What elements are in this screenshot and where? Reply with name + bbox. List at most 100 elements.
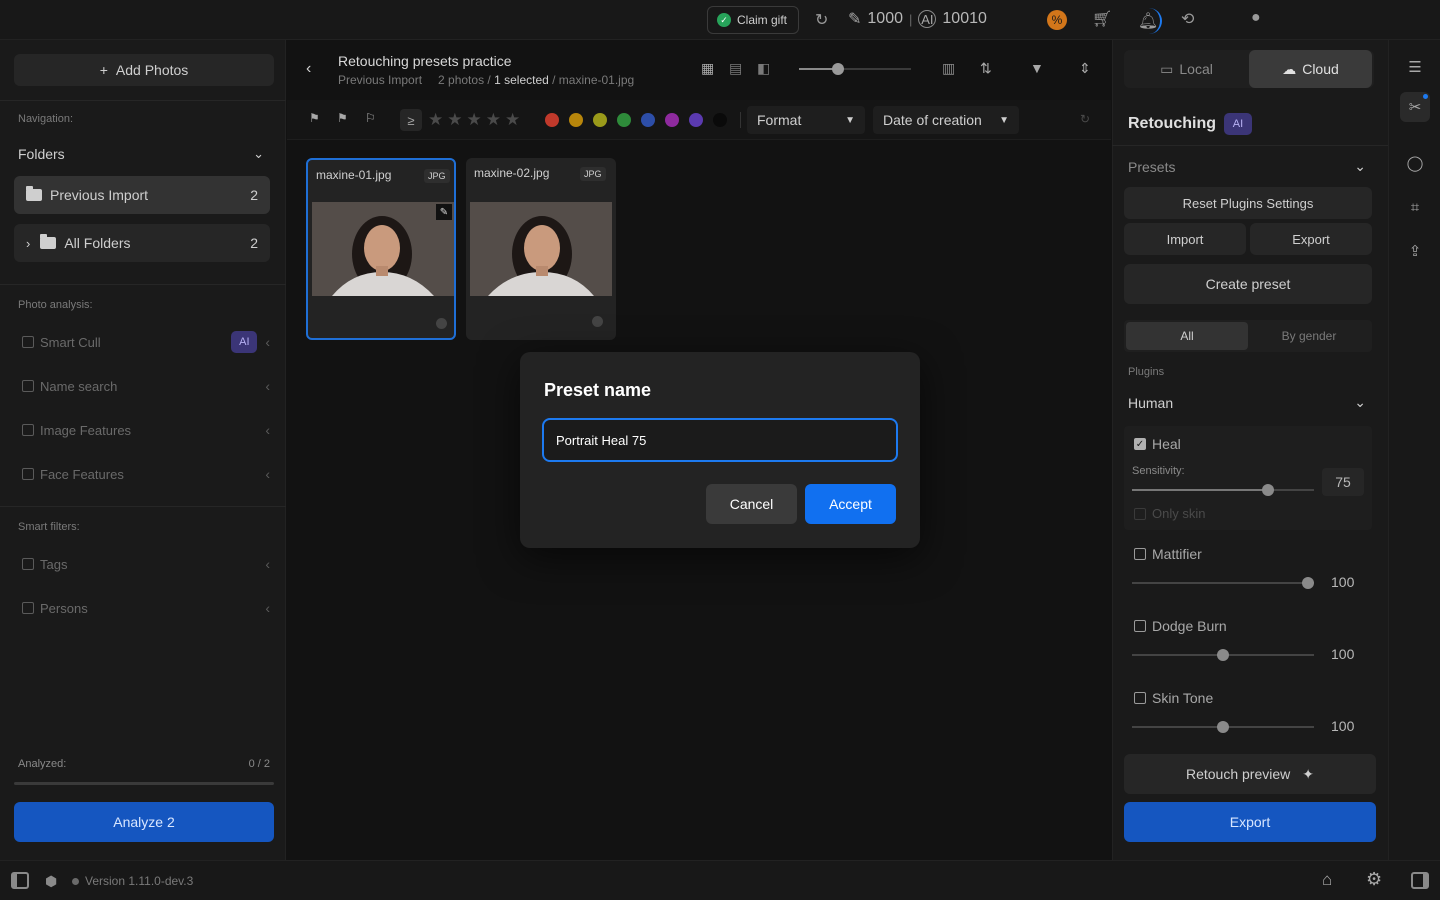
photo-thumbnail[interactable]	[312, 202, 454, 296]
sensitivity-slider[interactable]	[1132, 484, 1314, 496]
flag-reject-icon[interactable]: ⚑	[337, 111, 348, 125]
tab-cloud[interactable]: ☁ Cloud	[1249, 50, 1372, 88]
chevron-right-icon[interactable]: ›	[26, 236, 30, 251]
history-icon[interactable]: ⟲	[1181, 9, 1194, 29]
star-icon[interactable]: ★	[447, 110, 462, 130]
discount-icon[interactable]: %	[1047, 10, 1067, 30]
sort-icon[interactable]: ⇅	[980, 60, 992, 77]
format-select[interactable]: Format ▼	[747, 106, 865, 134]
filter-icon[interactable]: ▼	[1030, 60, 1044, 76]
plugin-icon[interactable]: ⬢	[45, 873, 57, 890]
color-dot-green[interactable]	[617, 113, 631, 127]
edit-pencil-icon[interactable]: ✎	[436, 204, 452, 220]
zoom-slider-knob[interactable]	[832, 63, 844, 75]
photo-thumbnail[interactable]	[470, 202, 612, 296]
checkbox[interactable]	[22, 558, 34, 570]
skin-tone-toggle[interactable]: Skin Tone	[1134, 690, 1213, 706]
only-skin-toggle[interactable]: Only skin	[1134, 506, 1205, 521]
collapse-right-panel-icon[interactable]	[1411, 872, 1429, 889]
zoom-slider[interactable]	[799, 63, 911, 75]
rating-compare-button[interactable]: ≥	[400, 109, 422, 131]
stack-icon[interactable]: ▥	[942, 60, 955, 77]
tab-all[interactable]: All	[1126, 322, 1248, 350]
checkbox[interactable]	[22, 602, 34, 614]
dodge-burn-toggle[interactable]: Dodge Burn	[1134, 618, 1227, 634]
slider-knob[interactable]	[1262, 484, 1274, 496]
star-rating[interactable]: ★ ★ ★ ★ ★	[428, 110, 520, 130]
slider-knob[interactable]	[1302, 577, 1314, 589]
retouch-preview-button[interactable]: Retouch preview ✦	[1124, 754, 1376, 794]
reset-filter-icon[interactable]: ↻	[1080, 112, 1090, 126]
chevron-left-icon[interactable]: ‹	[265, 466, 270, 482]
photo-card[interactable]: maxine-01.jpg JPG ✎	[306, 158, 456, 340]
checkbox[interactable]	[22, 336, 34, 348]
folder-previous-import[interactable]: Previous Import 2	[14, 176, 270, 214]
accept-button[interactable]: Accept	[805, 484, 896, 524]
gear-icon[interactable]: ⚙	[1366, 869, 1382, 890]
checkbox[interactable]	[22, 380, 34, 392]
reset-plugins-button[interactable]: Reset Plugins Settings	[1124, 187, 1372, 219]
color-dot-orange[interactable]	[569, 113, 583, 127]
mattifier-toggle[interactable]: Mattifier	[1134, 546, 1202, 562]
export-button[interactable]: Export	[1124, 802, 1376, 842]
user-icon[interactable]: ●	[1251, 9, 1261, 27]
chevron-left-icon[interactable]: ‹	[265, 334, 270, 350]
flag-none-icon[interactable]: ⚐	[365, 111, 376, 125]
checkbox-checked[interactable]: ✓	[1134, 438, 1146, 450]
color-dot-red[interactable]	[545, 113, 559, 127]
smart-filter-persons[interactable]: Persons ‹	[22, 596, 270, 620]
slider-knob[interactable]	[1217, 649, 1229, 661]
collapse-icon[interactable]: ⇕	[1079, 60, 1091, 77]
import-button[interactable]: Import	[1124, 223, 1246, 255]
back-arrow-icon[interactable]: ‹	[306, 60, 311, 78]
mattifier-slider[interactable]	[1132, 577, 1314, 589]
analysis-smart-cull[interactable]: Smart Cull AI ‹	[22, 330, 270, 354]
folders-toggle[interactable]: Folders ⌄	[18, 146, 264, 162]
photo-card[interactable]: maxine-02.jpg JPG	[466, 158, 616, 340]
checkbox[interactable]	[1134, 507, 1146, 520]
color-dot-yellow[interactable]	[593, 113, 607, 127]
export-preset-button[interactable]: Export	[1250, 223, 1372, 255]
star-icon[interactable]: ★	[486, 110, 501, 130]
folder-all-folders[interactable]: › All Folders 2	[14, 224, 270, 262]
breadcrumb-folder[interactable]: Previous Import	[338, 73, 422, 87]
color-dot-purple[interactable]	[689, 113, 703, 127]
tab-local[interactable]: ▭ Local	[1124, 50, 1249, 88]
plugin-group-toggle[interactable]: Human ⌄	[1128, 394, 1366, 411]
chevron-left-icon[interactable]: ‹	[265, 378, 270, 394]
color-dot-black[interactable]	[713, 113, 727, 127]
checkbox[interactable]	[1134, 620, 1146, 632]
cancel-button[interactable]: Cancel	[706, 484, 797, 524]
color-dot-blue[interactable]	[641, 113, 655, 127]
checkbox[interactable]	[22, 424, 34, 436]
cart-icon[interactable]: 🛒︎	[1092, 9, 1112, 29]
checkbox[interactable]	[1134, 548, 1146, 560]
adjustments-icon[interactable]: ☰	[1400, 52, 1430, 82]
collapse-left-panel-icon[interactable]	[11, 872, 29, 889]
compare-view-icon[interactable]: ◧	[757, 60, 770, 77]
slider-knob[interactable]	[1217, 721, 1229, 733]
face-icon[interactable]: ◯	[1400, 148, 1430, 178]
home-icon[interactable]: ⌂	[1322, 870, 1332, 890]
create-preset-button[interactable]: Create preset	[1124, 264, 1372, 304]
date-select[interactable]: Date of creation ▼	[873, 106, 1019, 134]
smart-filter-tags[interactable]: Tags ‹	[22, 552, 270, 576]
chevron-left-icon[interactable]: ‹	[265, 556, 270, 572]
chevron-left-icon[interactable]: ‹	[265, 600, 270, 616]
presets-toggle[interactable]: Presets ⌄	[1128, 158, 1366, 175]
add-photos-button[interactable]: + Add Photos	[14, 54, 274, 86]
analysis-image-features[interactable]: Image Features ‹	[22, 418, 270, 442]
tab-by-gender[interactable]: By gender	[1248, 322, 1370, 350]
flag-pick-icon[interactable]: ⚑	[309, 111, 320, 125]
checkbox[interactable]	[1134, 692, 1146, 704]
star-icon[interactable]: ★	[467, 110, 482, 130]
analysis-face-features[interactable]: Face Features ‹	[22, 462, 270, 486]
grid-view-icon[interactable]: ▦	[701, 60, 714, 77]
color-label-dot[interactable]	[592, 316, 603, 327]
analyze-button[interactable]: Analyze 2	[14, 802, 274, 842]
claim-gift-button[interactable]: ✓ Claim gift	[707, 6, 799, 34]
filmstrip-view-icon[interactable]: ▤	[729, 60, 742, 77]
analysis-name-search[interactable]: Name search ‹	[22, 374, 270, 398]
notifications-icon[interactable]: 🔔︎	[1136, 8, 1162, 34]
dodge-burn-slider[interactable]	[1132, 649, 1314, 661]
